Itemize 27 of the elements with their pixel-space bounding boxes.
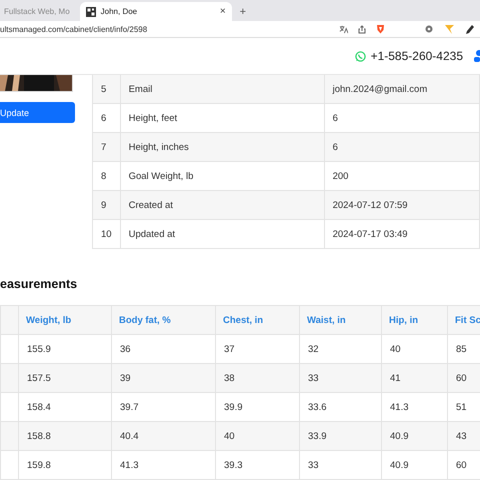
update-button[interactable]: Update xyxy=(0,102,75,123)
shield-icon[interactable] xyxy=(376,24,385,34)
browser-tab[interactable]: Fullstack Web, Mo xyxy=(0,2,76,21)
browser-tab[interactable]: John, Doe × xyxy=(80,2,232,21)
column-header[interactable]: Body fat, % xyxy=(112,306,216,334)
phone-number[interactable]: +1-585-260-4235 xyxy=(370,49,463,63)
column-header[interactable]: Weight, lb xyxy=(18,306,112,334)
column-header[interactable]: Hip, in xyxy=(382,306,448,334)
new-tab-button[interactable]: + xyxy=(240,6,246,18)
table-cell: 39.3 xyxy=(216,450,300,480)
table-cell: 159.8 xyxy=(18,450,112,480)
table-cell: 40.9 xyxy=(382,450,448,480)
translate-icon[interactable] xyxy=(339,24,348,34)
column-header[interactable]: Waist, in xyxy=(300,306,382,334)
address-field[interactable]: ultsmanaged.com/cabinet/client/info/2598 xyxy=(0,24,339,34)
whatsapp-icon xyxy=(354,50,366,62)
table-cell: 33 xyxy=(300,450,382,480)
pen-icon[interactable] xyxy=(466,24,474,34)
section-title: easurements xyxy=(0,277,78,291)
qr-code-icon xyxy=(86,6,96,16)
share-icon[interactable] xyxy=(358,24,366,34)
row-number: 10 xyxy=(92,220,120,248)
close-icon[interactable]: × xyxy=(220,6,226,17)
column-header[interactable]: Chest, in xyxy=(216,306,300,334)
table-cell: 41.3 xyxy=(112,450,216,480)
field-label: Updated at xyxy=(120,220,324,248)
field-value: 2024-07-17 03:49 xyxy=(324,220,480,248)
